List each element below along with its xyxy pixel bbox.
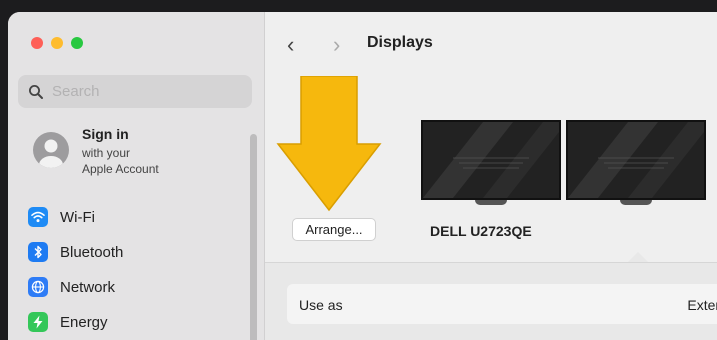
zoom-button[interactable] <box>71 37 83 49</box>
use-as-label: Use as <box>299 297 343 313</box>
display-stand <box>620 200 652 205</box>
sidebar-item-label: Wi-Fi <box>60 208 95 226</box>
globe-icon <box>28 277 48 297</box>
display-thumbnail-1[interactable] <box>421 120 561 208</box>
sidebar-item-network[interactable]: Network <box>28 274 248 300</box>
search-input[interactable] <box>50 82 244 101</box>
person-icon <box>39 139 63 168</box>
sign-in-title: Sign in <box>82 126 129 142</box>
display-thumbnail-2[interactable] <box>566 120 706 208</box>
display-screen <box>566 120 706 200</box>
search-field[interactable] <box>18 75 252 108</box>
sidebar-scrollbar[interactable] <box>250 134 257 340</box>
sidebar: Sign in with your Apple Account Wi-Fi Bl <box>8 12 265 340</box>
sign-in-subtitle-2: Apple Account <box>82 162 159 176</box>
settings-window: Sign in with your Apple Account Wi-Fi Bl <box>8 12 717 340</box>
arrange-button[interactable]: Arrange... <box>292 218 376 241</box>
avatar <box>33 132 69 168</box>
wifi-icon <box>28 207 48 227</box>
bluetooth-icon <box>28 242 48 262</box>
close-button[interactable] <box>31 37 43 49</box>
down-arrow-annotation-icon <box>276 76 382 212</box>
display-name-label: DELL U2723QE <box>430 223 532 239</box>
display-screen <box>421 120 561 200</box>
sidebar-item-label: Energy <box>60 313 108 331</box>
back-arrow-icon[interactable]: ‹ <box>287 32 294 58</box>
display-stand <box>475 200 507 205</box>
page-title: Displays <box>367 34 433 51</box>
forward-arrow-icon[interactable]: › <box>333 32 340 58</box>
sidebar-item-label: Network <box>60 278 116 296</box>
use-as-value[interactable]: Extend <box>687 297 717 313</box>
sidebar-item-bluetooth[interactable]: Bluetooth <box>28 239 248 265</box>
sidebar-item-energy[interactable]: Energy <box>28 309 248 335</box>
use-as-row[interactable]: Use as Extend <box>287 284 717 324</box>
bolt-icon <box>28 312 48 332</box>
sidebar-item-label: Bluetooth <box>60 243 124 261</box>
search-icon <box>29 84 43 99</box>
sign-in-subtitle-1: with your <box>82 146 131 160</box>
sign-in-item[interactable]: Sign in with your Apple Account <box>33 126 253 186</box>
sidebar-item-wifi[interactable]: Wi-Fi <box>28 204 248 230</box>
minimize-button[interactable] <box>51 37 63 49</box>
